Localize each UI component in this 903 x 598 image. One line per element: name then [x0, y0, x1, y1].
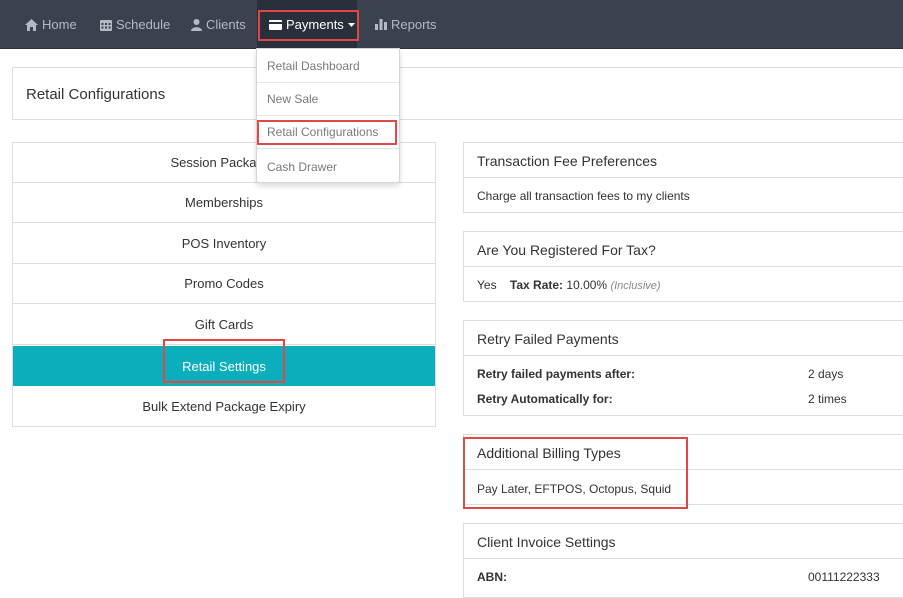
- menu-pos-inventory[interactable]: POS Inventory: [13, 224, 435, 264]
- transaction-fee-card: Transaction Fee Preferences Charge all t…: [463, 142, 903, 213]
- divider: [464, 558, 903, 559]
- dropdown-retail-dashboard[interactable]: Retail Dashboard: [267, 59, 360, 73]
- top-navbar: Home Schedule Clients Payments Reports: [0, 0, 903, 49]
- fee-pref-text: Charge all transaction fees to my client…: [477, 189, 690, 203]
- bar-chart-icon: [375, 19, 387, 30]
- calendar-icon: [100, 19, 112, 31]
- invoice-card: Client Invoice Settings ABN: 00111222333: [463, 523, 903, 598]
- dropdown-cash-drawer[interactable]: Cash Drawer: [267, 160, 337, 174]
- billing-types-text: Pay Later, EFTPOS, Octopus, Squid: [477, 482, 672, 496]
- card-title: Transaction Fee Preferences: [477, 153, 658, 169]
- dropdown-divider: [257, 115, 399, 116]
- home-icon: [25, 18, 38, 31]
- card-title: Are You Registered For Tax?: [477, 242, 656, 258]
- tax-answer: Yes Tax Rate: 10.00% (Inclusive): [477, 278, 661, 292]
- user-icon: [191, 18, 202, 31]
- config-menu: Session Packages Memberships POS Invento…: [12, 142, 436, 427]
- dropdown-retail-configurations[interactable]: Retail Configurations: [267, 125, 378, 139]
- nav-reports[interactable]: Reports: [375, 0, 437, 49]
- billing-types-card: Additional Billing Types Pay Later, EFTP…: [463, 434, 903, 505]
- abn-label: ABN:: [477, 570, 507, 584]
- nav-home[interactable]: Home: [25, 0, 77, 49]
- menu-promo-codes[interactable]: Promo Codes: [13, 264, 435, 304]
- card-title: Additional Billing Types: [477, 445, 621, 461]
- card-title: Client Invoice Settings: [477, 534, 616, 550]
- caret-down-icon: [347, 22, 355, 27]
- retry-after-label: Retry failed payments after:: [477, 367, 636, 381]
- retry-card: Retry Failed Payments Retry failed payme…: [463, 320, 903, 416]
- card-title: Retry Failed Payments: [477, 331, 619, 347]
- page-header: Retail Configurations: [12, 67, 903, 120]
- retry-auto-label: Retry Automatically for:: [477, 392, 613, 406]
- tax-rate-note: (Inclusive): [610, 280, 661, 292]
- retry-auto-value: 2 times: [808, 392, 847, 406]
- menu-retail-settings[interactable]: Retail Settings: [13, 346, 435, 386]
- tax-rate-label: Tax Rate:: [509, 278, 564, 292]
- nav-payments[interactable]: Payments: [257, 0, 357, 49]
- tax-rate-value: 10.00%: [566, 278, 608, 292]
- divider: [464, 355, 903, 356]
- divider: [464, 469, 903, 470]
- menu-bulk-extend[interactable]: Bulk Extend Package Expiry: [13, 386, 435, 426]
- divider: [464, 266, 903, 267]
- retry-after-value: 2 days: [808, 367, 844, 381]
- dropdown-divider: [257, 148, 399, 149]
- page-title: Retail Configurations: [26, 86, 166, 103]
- credit-card-icon: [269, 19, 282, 30]
- abn-value: 00111222333: [808, 570, 880, 584]
- divider: [464, 177, 903, 178]
- dropdown-divider: [257, 82, 399, 83]
- tax-answer-value: Yes: [477, 278, 497, 292]
- dropdown-new-sale[interactable]: New Sale: [267, 92, 318, 106]
- menu-gift-cards[interactable]: Gift Cards: [13, 305, 435, 345]
- tax-card: Are You Registered For Tax? Yes Tax Rate…: [463, 231, 903, 302]
- nav-clients[interactable]: Clients: [191, 0, 246, 49]
- payments-dropdown: Retail Dashboard New Sale Retail Configu…: [256, 48, 400, 183]
- nav-schedule[interactable]: Schedule: [100, 0, 170, 49]
- menu-memberships[interactable]: Memberships: [13, 183, 435, 223]
